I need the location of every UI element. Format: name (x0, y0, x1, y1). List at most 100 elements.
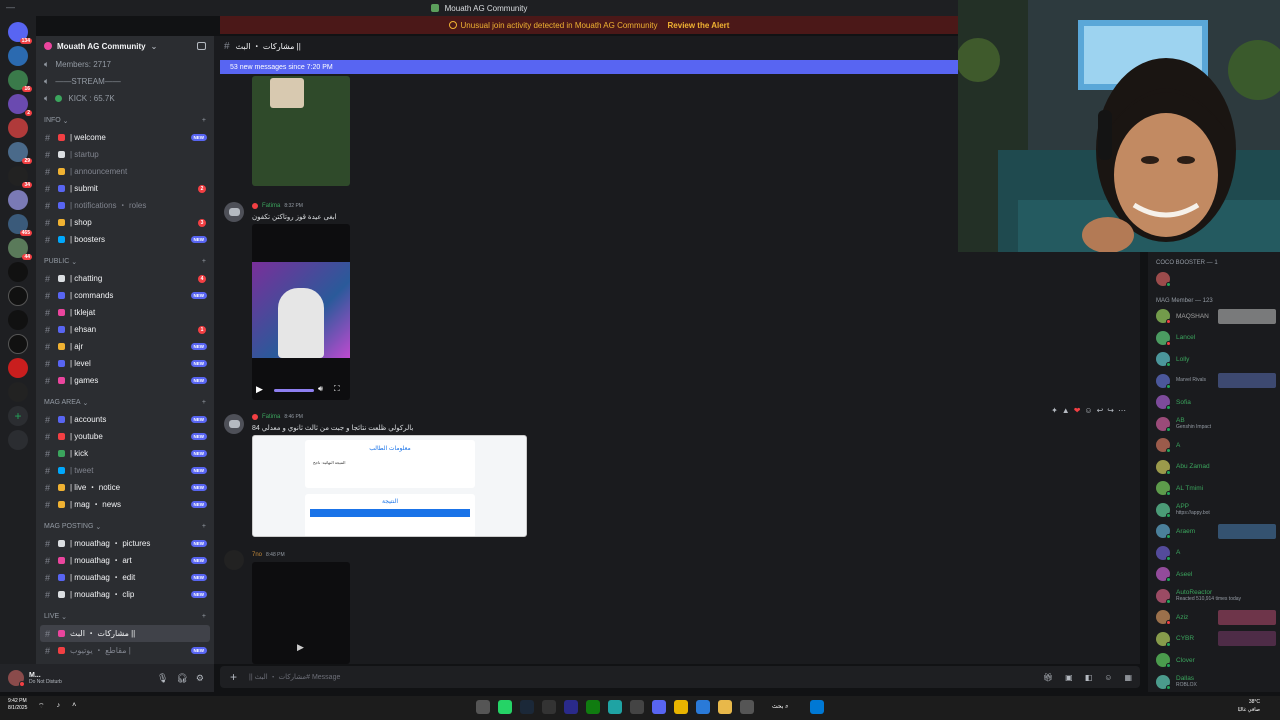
channel-item[interactable]: # | submit 2 (36, 180, 214, 197)
guild-header[interactable]: Mouath AG Community ⌄ (36, 36, 214, 56)
message-composer[interactable]: + Message #مشاركات ・ البث || 🎁︎ ▣ ◧ ☺ ▦ (220, 666, 1140, 688)
apps-icon[interactable]: ▦ (1124, 673, 1132, 682)
add-channel-icon[interactable]: + (202, 613, 206, 620)
add-channel-icon[interactable]: + (202, 117, 206, 124)
server-icon[interactable] (8, 358, 28, 378)
member-item[interactable]: AB Genshin Impact (1148, 413, 1280, 435)
direct-messages-icon[interactable]: 134 (8, 22, 32, 44)
server-icon[interactable]: 29 (8, 142, 32, 164)
microphone-icon[interactable]: 🎙︎ (157, 673, 168, 684)
more-icon[interactable]: ⋯ (1118, 406, 1126, 415)
member-item[interactable]: Araem (1148, 521, 1280, 543)
server-icon[interactable]: 34 (8, 166, 32, 188)
reply-icon[interactable]: ↩ (1097, 406, 1104, 415)
member-item[interactable] (1148, 268, 1280, 290)
gift-icon[interactable]: 🎁︎ (1043, 673, 1053, 682)
avatar[interactable] (224, 550, 244, 570)
stat-channel[interactable]: 🔈︎ ——STREAM—— (36, 73, 214, 90)
avatar[interactable] (8, 670, 25, 687)
server-icon[interactable]: 465 (8, 214, 32, 236)
add-channel-icon[interactable]: + (202, 399, 206, 406)
member-item[interactable]: A (1148, 435, 1280, 457)
server-icon[interactable]: 16 (8, 70, 32, 92)
app-icon[interactable] (630, 700, 644, 714)
server-icon[interactable] (8, 190, 28, 210)
channel-item[interactable]: # مشاركات ・ البث || (40, 625, 210, 642)
member-item[interactable]: Aseel (1148, 564, 1280, 586)
folder-icon[interactable] (718, 700, 732, 714)
channel-item[interactable]: # | mouathag ・ pictures NEW (36, 535, 214, 552)
add-channel-icon[interactable]: + (202, 258, 206, 265)
window-menu-dash[interactable]: — (6, 2, 15, 12)
user-info[interactable]: M... Do Not Disturb (29, 672, 62, 685)
member-item[interactable]: AutoReactor Reacted 510,914 times today (1148, 585, 1280, 607)
channel-item[interactable]: # | ehsan 1 (36, 321, 214, 338)
server-icon[interactable] (8, 262, 28, 282)
volume-icon[interactable]: ♪ (57, 702, 61, 711)
avatar[interactable] (224, 202, 244, 222)
app-icon[interactable] (476, 700, 490, 714)
heart-icon[interactable]: ❤ (1074, 406, 1081, 415)
channel-item[interactable]: # | accounts NEW (36, 411, 214, 428)
category-header[interactable]: INFO ⌄ + (36, 112, 214, 129)
eye-icon[interactable] (8, 286, 28, 306)
store-icon[interactable] (696, 700, 710, 714)
sticker-icon[interactable]: ◧ (1085, 673, 1093, 682)
member-item[interactable]: APP https://appy.bot (1148, 499, 1280, 521)
xbox-icon[interactable] (586, 700, 600, 714)
chrome-icon[interactable] (674, 700, 688, 714)
play-icon[interactable]: ▶ (297, 642, 304, 653)
reaction-icon[interactable]: ▲ (1062, 406, 1070, 415)
attachment-image[interactable] (252, 76, 350, 186)
stat-channel[interactable]: 🔈︎ Members: 2717 (36, 56, 214, 73)
emoji-icon[interactable]: ☺ (1104, 673, 1112, 682)
channel-item[interactable]: # | chatting 4 (36, 270, 214, 287)
channel-item[interactable]: # | welcome NEW (36, 129, 214, 146)
channel-item[interactable]: # | mouathag ・ art NEW (36, 552, 214, 569)
invite-icon[interactable] (197, 42, 206, 50)
channel-item[interactable]: # مقاطع ・ يوتيوب | NEW (36, 642, 214, 659)
review-alert-link[interactable]: Review the Alert (668, 21, 730, 30)
video-embed[interactable]: ▶ 🔊︎ ⛶ (252, 224, 350, 400)
discord-icon[interactable] (652, 700, 666, 714)
member-item[interactable]: MAQSHAN (1148, 306, 1280, 328)
channel-item[interactable]: # | games NEW (36, 372, 214, 389)
channel-item[interactable]: # | shop 3 (36, 214, 214, 231)
channel-item[interactable]: # | announcement (36, 163, 214, 180)
new-messages-bar[interactable]: 53 new messages since 7:20 PM (220, 60, 958, 74)
member-item[interactable]: A (1148, 542, 1280, 564)
seek-bar[interactable] (274, 389, 314, 392)
channel-item[interactable]: # | mouathag ・ clip NEW (36, 586, 214, 603)
fullscreen-icon[interactable]: ⛶ (334, 384, 340, 394)
eye-icon[interactable] (8, 334, 28, 354)
channel-item[interactable]: # | boosters NEW (36, 231, 214, 248)
member-item[interactable]: CYBR (1148, 628, 1280, 650)
search-box[interactable]: بحث ⌕ (772, 703, 788, 711)
channel-item[interactable]: # | tklejat (36, 304, 214, 321)
member-item[interactable]: Clover (1148, 650, 1280, 672)
server-icon[interactable]: 44 (8, 238, 32, 260)
whatsapp-icon[interactable] (498, 700, 512, 714)
reaction-icon[interactable]: ✦ (1051, 406, 1058, 415)
category-header[interactable]: PUBLIC ⌄ + (36, 253, 214, 270)
channel-item[interactable]: # | commands NEW (36, 287, 214, 304)
member-item[interactable]: Aziz (1148, 607, 1280, 629)
taskbar-clock[interactable]: 9:42 PM 8/1/2025 (8, 698, 27, 712)
steam-icon[interactable] (520, 700, 534, 714)
server-icon[interactable] (8, 46, 28, 66)
gif-icon[interactable]: ▣ (1065, 673, 1073, 682)
app-icon[interactable] (740, 700, 754, 714)
channel-item[interactable]: # | kick NEW (36, 445, 214, 462)
member-item[interactable]: AL Tmimi (1148, 478, 1280, 500)
wifi-icon[interactable]: ⌔ (38, 702, 45, 711)
server-icon[interactable] (8, 310, 28, 330)
member-item[interactable]: Marvel Rivals (1148, 370, 1280, 392)
start-icon[interactable] (810, 700, 825, 714)
channel-item[interactable]: # | startup (36, 146, 214, 163)
headphones-icon[interactable]: 🎧︎ (176, 673, 187, 684)
gear-icon[interactable]: ⚙︎ (196, 673, 204, 684)
server-icon[interactable]: 2 (8, 94, 32, 116)
member-item[interactable]: Lolly (1148, 349, 1280, 371)
attachment-image[interactable]: معلومات الطالب النتيجة النهائية: ناجح ال… (252, 435, 527, 537)
weather-widget[interactable]: 38°C صافي غالبًا (1238, 699, 1260, 714)
